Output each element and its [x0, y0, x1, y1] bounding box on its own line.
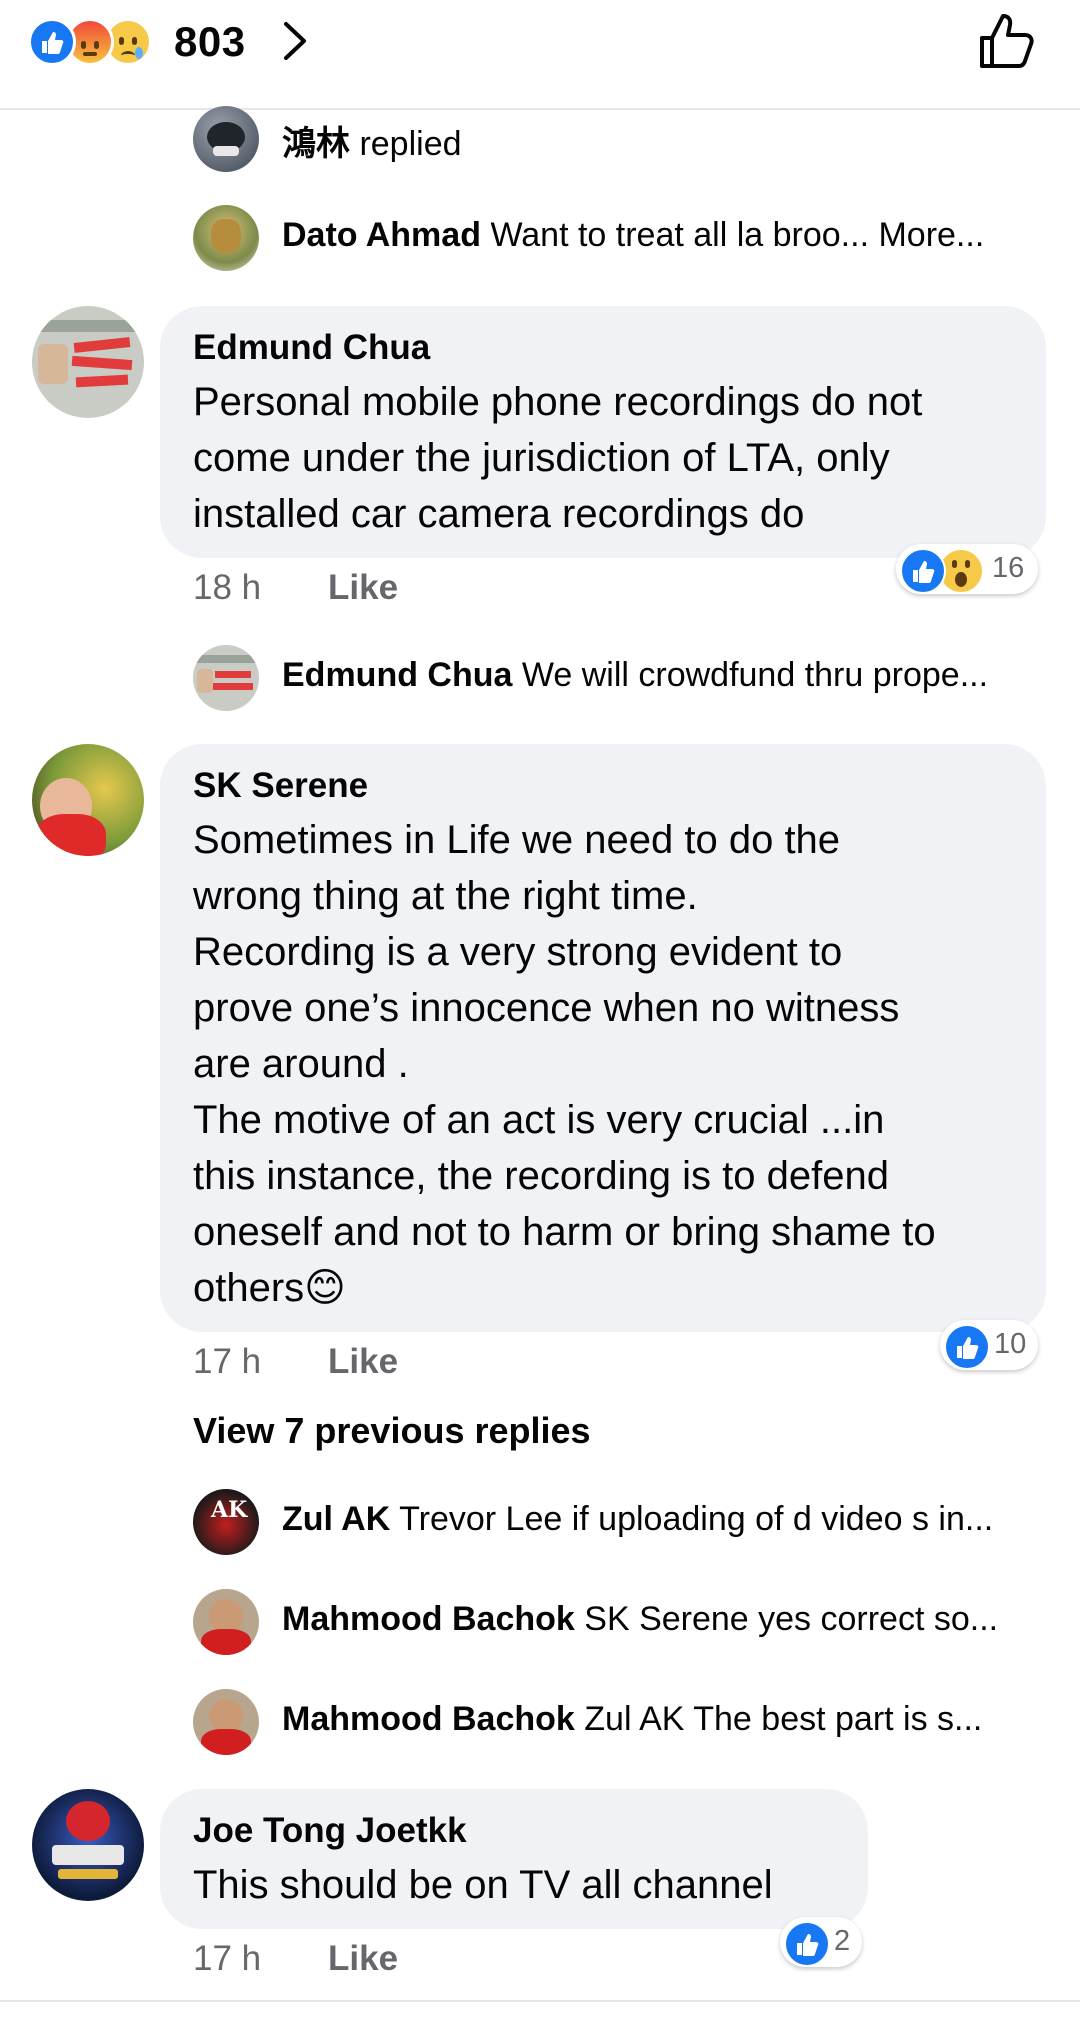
reaction-count: 2 — [834, 1925, 851, 1957]
avatar[interactable] — [32, 306, 144, 418]
comment-author[interactable]: Joe Tong Joetkk — [193, 1811, 467, 1851]
divider — [0, 2000, 1080, 2002]
avatar[interactable] — [32, 1789, 144, 1901]
reply-author: Mahmood Bachok — [282, 1700, 575, 1738]
reply-preview[interactable]: 鴻林 replied — [282, 116, 1032, 165]
comment-text: Personal mobile phone recordings do not … — [193, 380, 923, 536]
reply-text: Want to treat all la broo... More... — [490, 216, 985, 254]
reply-preview[interactable]: Mahmood Bachok Zul AK The best part is s… — [282, 1700, 1032, 1739]
reaction-count: 10 — [994, 1328, 1027, 1360]
reply-preview[interactable]: Edmund Chua We will crowdfund thru prope… — [282, 656, 1032, 695]
comment-timestamp[interactable]: 17 h — [193, 1342, 261, 1382]
view-previous-replies-link[interactable]: View 7 previous replies — [193, 1410, 591, 1452]
avatar[interactable] — [32, 744, 144, 856]
avatar[interactable] — [193, 106, 259, 172]
comment-timestamp[interactable]: 17 h — [193, 1939, 261, 1979]
avatar[interactable]: AK — [193, 1489, 259, 1555]
reaction-pill[interactable]: 16 — [896, 544, 1038, 594]
reaction-pill[interactable]: 2 — [780, 1917, 862, 1967]
reply-text: SK Serene yes correct so... — [584, 1600, 999, 1638]
avatar[interactable] — [193, 645, 259, 711]
reply-author: Dato Ahmad — [282, 216, 481, 254]
reply-preview[interactable]: Mahmood Bachok SK Serene yes correct so.… — [282, 1600, 1032, 1639]
reaction-count[interactable]: 803 — [174, 18, 246, 66]
avatar[interactable] — [193, 1589, 259, 1655]
reply-text: replied — [359, 125, 462, 163]
reaction-pill[interactable]: 10 — [940, 1320, 1038, 1370]
reply-text: We will crowdfund thru prope... — [521, 656, 989, 694]
reply-text: Zul AK The best part is s... — [584, 1700, 983, 1738]
like-button[interactable]: Like — [328, 1939, 398, 1979]
comment-text: Sometimes in Life we need to do the wron… — [193, 818, 936, 1310]
reaction-count: 16 — [992, 552, 1025, 584]
reply-author: Zul AK — [282, 1500, 391, 1538]
reply-author: Mahmood Bachok — [282, 1600, 575, 1638]
thumbs-up-icon[interactable] — [976, 10, 1038, 72]
like-button[interactable]: Like — [328, 568, 398, 608]
comment-timestamp[interactable]: 18 h — [193, 568, 261, 608]
like-icon — [784, 1921, 830, 1967]
like-button[interactable]: Like — [328, 1342, 398, 1382]
comment-author[interactable]: SK Serene — [193, 766, 368, 806]
comment-author[interactable]: Edmund Chua — [193, 328, 430, 368]
like-reaction-icon — [28, 18, 76, 66]
reply-text: Trevor Lee if uploading of d video s in.… — [399, 1500, 994, 1538]
reply-author: 鴻林 — [282, 125, 350, 163]
reply-preview[interactable]: Dato Ahmad Want to treat all la broo... … — [282, 216, 1032, 255]
comment-text: This should be on TV all channel — [193, 1863, 773, 1907]
reply-author: Edmund Chua — [282, 656, 513, 694]
reply-preview[interactable]: Zul AK Trevor Lee if uploading of d vide… — [282, 1500, 1032, 1539]
reactions-header: 803 — [0, 0, 1080, 110]
like-icon — [944, 1324, 990, 1370]
avatar[interactable] — [193, 205, 259, 271]
avatar[interactable] — [193, 1689, 259, 1755]
chevron-right-icon[interactable] — [278, 20, 312, 62]
like-icon — [900, 548, 946, 594]
